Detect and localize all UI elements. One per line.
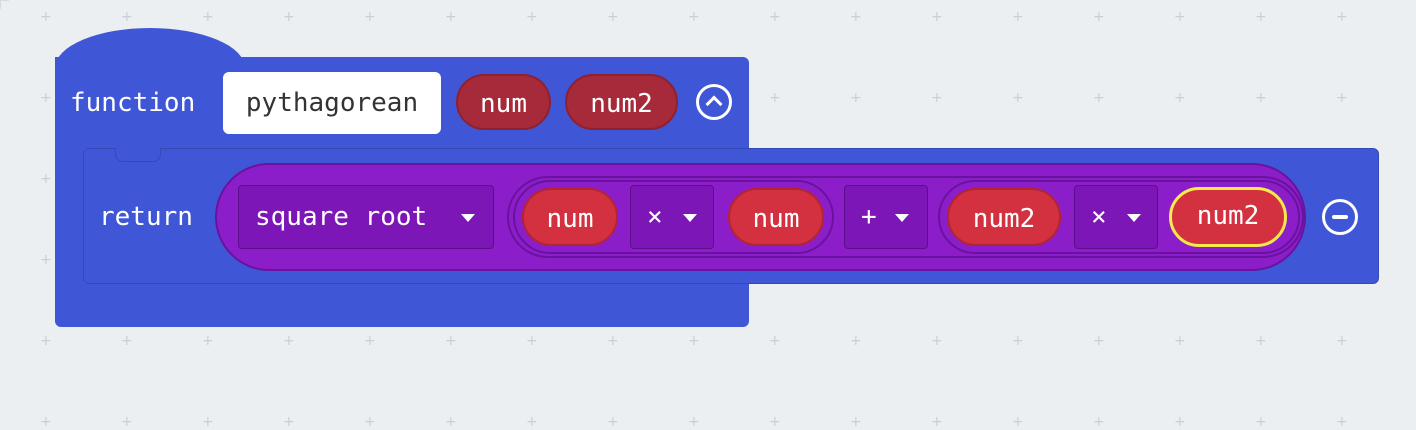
chevron-up-icon[interactable] <box>696 84 732 120</box>
multiply-label: × <box>1091 202 1107 232</box>
grid-cross: + <box>40 171 52 187</box>
function-block-footer <box>55 283 749 327</box>
grid-cross: + <box>40 414 52 430</box>
grid-cross: + <box>364 414 376 430</box>
grid-cross: + <box>769 90 781 106</box>
caret-down-icon <box>683 214 697 222</box>
grid-cross: + <box>283 333 295 349</box>
grid-cross: + <box>1174 9 1186 25</box>
grid-cross: + <box>445 9 457 25</box>
grid-cross: + <box>1255 333 1267 349</box>
grid-cross: + <box>1336 414 1348 430</box>
grid-cross: + <box>1336 90 1348 106</box>
caret-down-icon <box>461 214 475 222</box>
grid-cross: + <box>1012 414 1024 430</box>
function-block-spine <box>55 140 85 288</box>
grid-cross: + <box>364 9 376 25</box>
var-num2-selected[interactable]: num2 <box>1169 187 1287 247</box>
grid-cross: + <box>850 9 862 25</box>
math-op-label: square root <box>255 202 428 232</box>
grid-cross: + <box>121 414 133 430</box>
grid-cross: + <box>1093 333 1105 349</box>
grid-cross: + <box>526 333 538 349</box>
return-keyword: return <box>99 202 193 232</box>
grid-cross: + <box>40 252 52 268</box>
var-num[interactable]: num <box>522 188 618 246</box>
grid-cross: + <box>931 414 943 430</box>
grid-cross: + <box>607 9 619 25</box>
grid-cross: + <box>688 333 700 349</box>
grid-cross: + <box>769 333 781 349</box>
grid-cross: + <box>1255 90 1267 106</box>
grid-cross: + <box>202 333 214 349</box>
grid-cross: + <box>40 90 52 106</box>
grid-cross: + <box>40 9 52 25</box>
return-block-notch <box>115 148 161 162</box>
multiply-label: × <box>647 202 663 232</box>
grid-cross: + <box>364 333 376 349</box>
grid-cross: + <box>1093 9 1105 25</box>
grid-cross: + <box>1012 9 1024 25</box>
function-name-field[interactable]: pythagorean <box>223 72 441 134</box>
grid-cross: + <box>688 414 700 430</box>
grid-cross: + <box>1336 9 1348 25</box>
grid-cross: + <box>526 9 538 25</box>
grid-cross: + <box>283 414 295 430</box>
math-op-dropdown[interactable]: square root <box>238 185 494 249</box>
grid-cross: + <box>850 414 862 430</box>
multiply-dropdown[interactable]: × <box>630 185 714 249</box>
grid-cross: + <box>202 414 214 430</box>
grid-cross: + <box>445 333 457 349</box>
minus-icon[interactable] <box>1322 199 1358 235</box>
grid-cross: + <box>1174 90 1186 106</box>
grid-cross: + <box>121 9 133 25</box>
caret-down-icon <box>895 214 909 222</box>
add-label: + <box>861 202 877 232</box>
param-num[interactable]: num <box>456 74 551 130</box>
grid-cross: + <box>931 333 943 349</box>
var-num2[interactable]: num2 <box>947 188 1061 246</box>
grid-cross: + <box>526 414 538 430</box>
grid-cross: + <box>283 9 295 25</box>
grid-cross: + <box>850 90 862 106</box>
grid-cross: + <box>40 333 52 349</box>
grid-cross: + <box>1012 90 1024 106</box>
param-num2[interactable]: num2 <box>565 74 678 130</box>
caret-down-icon <box>1127 214 1141 222</box>
grid-cross: + <box>202 9 214 25</box>
grid-cross: + <box>607 333 619 349</box>
grid-cross: + <box>1093 90 1105 106</box>
grid-cross: + <box>1174 414 1186 430</box>
var-num[interactable]: num <box>728 188 824 246</box>
grid-cross: + <box>850 333 862 349</box>
grid-cross: + <box>121 333 133 349</box>
grid-cross: + <box>1255 9 1267 25</box>
grid-cross: + <box>931 90 943 106</box>
grid-cross: + <box>445 414 457 430</box>
grid-cross: + <box>688 9 700 25</box>
grid-cross: + <box>1255 414 1267 430</box>
grid-cross: + <box>1012 333 1024 349</box>
add-dropdown[interactable]: + <box>844 185 928 249</box>
grid-cross: + <box>1336 333 1348 349</box>
grid-cross: + <box>1174 333 1186 349</box>
grid-cross: + <box>769 9 781 25</box>
grid-cross: + <box>1093 414 1105 430</box>
grid-cross: + <box>607 414 619 430</box>
grid-cross: + <box>931 9 943 25</box>
grid-cross: + <box>769 414 781 430</box>
function-keyword: function <box>70 88 196 118</box>
multiply-dropdown[interactable]: × <box>1074 185 1158 249</box>
